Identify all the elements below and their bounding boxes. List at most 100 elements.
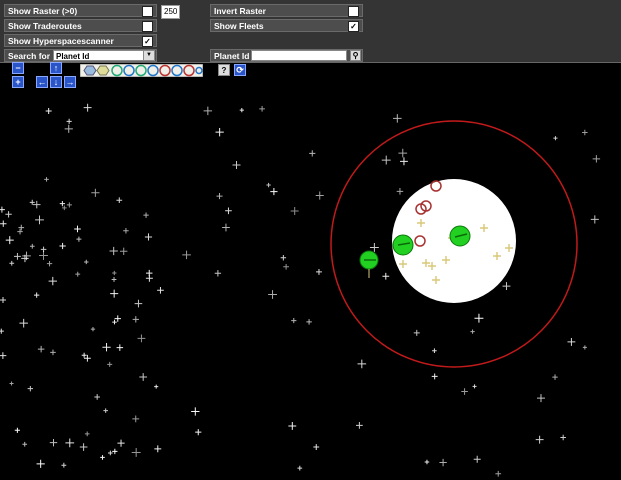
star [216,193,223,200]
star [0,352,7,360]
star [567,337,576,346]
star [424,459,430,465]
star [79,443,88,451]
star [116,197,123,204]
star [306,319,312,325]
zoom-out-button[interactable]: − [12,62,24,74]
show-hyperspacescanner-label: Show Hyperspacescanner [8,36,114,46]
star [35,215,44,225]
star [146,269,153,277]
star [111,277,117,282]
star [560,434,566,441]
show-fleets-checkbox[interactable]: ✓ [348,21,359,32]
pan-down-button[interactable]: ↓ [50,76,62,88]
star [5,236,14,245]
star [48,276,57,286]
zoom-in-button[interactable]: + [12,76,24,88]
star [39,251,48,260]
star [215,128,224,137]
planet-id-row: Planet Id : ⚲ [210,49,363,62]
show-raster-row: Show Raster (>0) [4,4,157,17]
star [114,315,121,322]
star [5,211,12,218]
star [582,345,587,350]
star [203,106,213,116]
star [76,236,82,242]
star [553,136,558,141]
search-for-value: Planet Id [56,52,90,61]
star [0,206,5,213]
star [290,207,299,216]
star [154,384,159,389]
show-hyperspacescanner-checkbox[interactable]: ✓ [142,36,153,47]
raster-value-input[interactable]: 250 [161,5,181,19]
star [17,228,23,235]
planet-type-strip[interactable] [80,64,203,77]
fleet-marker[interactable] [449,225,471,247]
star [14,427,20,433]
refresh-button[interactable]: ⟳ [234,64,246,76]
star [100,455,105,460]
star [59,201,66,207]
fleet-marker[interactable] [392,234,414,256]
star [137,334,146,343]
show-raster-checkbox[interactable] [142,6,153,17]
star [66,118,72,124]
star [139,373,148,381]
star [537,394,545,403]
star [83,354,91,362]
pan-left-button[interactable]: ← [36,76,48,88]
star [132,415,140,423]
star [291,317,297,324]
star [132,316,139,323]
star [400,157,408,166]
show-fleets-row: Show Fleets ✓ [210,19,363,32]
search-for-row: Search for Planet Id ▼ [4,49,157,62]
star-map[interactable] [0,88,621,480]
star [582,129,588,136]
star [239,108,244,113]
star [144,233,153,241]
star [259,106,265,112]
star [49,438,58,447]
star [103,408,108,413]
show-traderoutes-checkbox[interactable] [142,21,153,32]
star [313,444,320,450]
show-raster-label: Show Raster (>0) [8,6,78,16]
hex-icon[interactable] [96,65,110,76]
star [214,270,222,277]
star [592,155,601,163]
star [266,182,271,188]
invert-raster-checkbox[interactable] [348,6,359,17]
star-field [0,103,601,477]
star [61,462,67,468]
star [9,260,15,266]
fleet-marker[interactable] [359,250,379,278]
star [232,160,241,170]
star [288,422,297,430]
star [381,155,391,165]
star [29,199,35,205]
search-for-select[interactable]: Planet Id ▼ [53,50,155,61]
star [502,282,511,291]
invert-raster-row: Invert Raster [210,4,363,17]
star [46,260,53,267]
star [535,435,544,444]
star [112,270,117,276]
planet-id-input[interactable] [251,50,347,61]
hex-icon[interactable] [83,65,97,76]
search-for-label: Search for [8,51,51,61]
pan-right-button[interactable]: → [64,76,76,88]
show-traderoutes-label: Show Traderoutes [8,21,82,31]
star [396,188,404,195]
star [552,374,558,380]
star [90,326,96,332]
star [413,329,420,336]
search-icon[interactable]: ⚲ [350,50,361,61]
star [398,148,408,158]
star [107,361,113,367]
help-button[interactable]: ? [218,64,230,76]
pan-up-button[interactable]: ↑ [50,62,62,74]
star [91,188,100,197]
star [157,286,164,294]
